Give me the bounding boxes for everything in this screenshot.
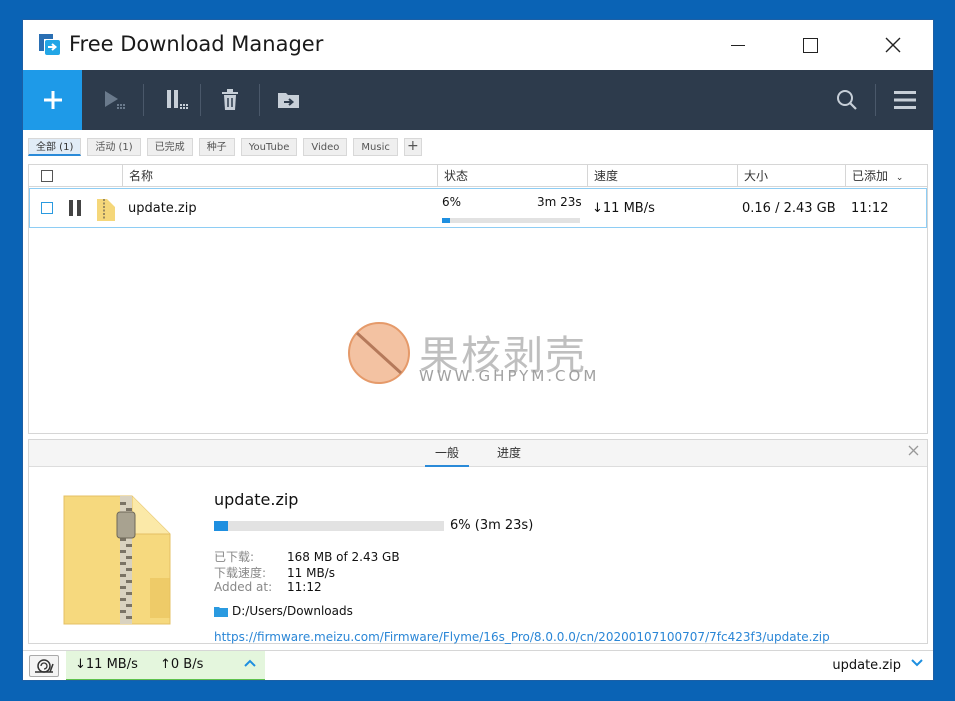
column-header-size[interactable]: 大小 xyxy=(737,165,845,187)
speed-mode-button[interactable] xyxy=(29,655,59,677)
status-expand-button[interactable] xyxy=(911,655,923,671)
chevron-down-icon xyxy=(911,659,923,667)
download-table: 名称 状态 速度 大小 已添加 ⌄ update.zip 6% 3m 23s ↓… xyxy=(28,164,928,434)
row-file-name: update.zip xyxy=(128,201,197,216)
sort-desc-icon: ⌄ xyxy=(895,173,904,183)
close-icon xyxy=(885,37,901,53)
menu-icon xyxy=(893,91,916,109)
folder-path: D:/Users/Downloads xyxy=(232,604,353,618)
added-label: Added at: xyxy=(214,580,273,594)
downloaded-label: 已下载: xyxy=(214,550,255,564)
toolbar-separator xyxy=(200,84,201,116)
move-button[interactable] xyxy=(261,70,316,130)
added-value: 11:12 xyxy=(287,580,322,594)
filter-tab-music[interactable]: Music xyxy=(353,138,398,156)
zip-file-icon xyxy=(97,199,115,221)
row-speed: ↓11 MB/s xyxy=(592,201,655,216)
snail-icon xyxy=(35,659,54,673)
source-url-link[interactable]: https://firmware.meizu.com/Firmware/Flym… xyxy=(214,630,830,644)
toolbar-separator xyxy=(259,84,260,116)
row-progress-bar xyxy=(442,218,580,223)
status-current-file: update.zip xyxy=(832,658,901,673)
watermark-text-url: WWW.GHPYM.COM xyxy=(419,367,600,385)
search-icon xyxy=(836,90,857,110)
row-percent: 6% xyxy=(442,195,462,209)
speed-value: 11 MB/s xyxy=(287,566,335,580)
row-progress-fill xyxy=(442,218,451,223)
table-header: 名称 状态 速度 大小 已添加 ⌄ xyxy=(29,165,927,187)
watermark-logo-icon xyxy=(348,322,410,384)
column-header-speed[interactable]: 速度 xyxy=(587,165,737,187)
speed-label: 下载速度: xyxy=(214,566,267,580)
pause-icon xyxy=(69,200,81,216)
details-progress-fill xyxy=(214,521,228,531)
resume-all-button[interactable] xyxy=(87,70,142,130)
table-row[interactable]: update.zip 6% 3m 23s ↓11 MB/s 0.16 / 2.4… xyxy=(29,188,927,228)
maximize-icon xyxy=(802,37,818,53)
tab-general[interactable]: 一般 xyxy=(425,440,470,467)
move-icon xyxy=(277,93,299,108)
minimize-icon xyxy=(731,44,745,46)
app-window: Free Download Manager 全部 (1) 活动 (1) 已完成 … xyxy=(22,19,934,681)
filter-tab-all[interactable]: 全部 (1) xyxy=(28,138,82,156)
filter-tab-active[interactable]: 活动 (1) xyxy=(87,138,141,156)
row-pause-button[interactable] xyxy=(68,200,82,216)
total-download-speed: ↓11 MB/s xyxy=(75,657,138,672)
details-file-name: update.zip xyxy=(214,490,299,509)
pause-all-button[interactable] xyxy=(149,70,204,130)
maximize-button[interactable] xyxy=(775,20,845,70)
search-button[interactable] xyxy=(819,70,874,130)
delete-icon xyxy=(221,89,238,110)
row-added: 11:12 xyxy=(851,201,889,216)
added-row: Added at: 11:12 xyxy=(214,580,322,594)
column-header-added-label: 已添加 xyxy=(852,169,889,183)
chevron-up-icon xyxy=(244,655,256,671)
details-close-button[interactable] xyxy=(908,444,919,460)
app-logo-icon xyxy=(39,34,60,55)
filter-tab-torrents[interactable]: 种子 xyxy=(198,138,235,156)
close-icon xyxy=(908,445,919,456)
add-icon xyxy=(43,91,62,109)
toolbar-separator xyxy=(875,84,876,116)
pause-all-icon xyxy=(166,90,188,109)
add-download-button[interactable] xyxy=(23,70,82,130)
folder-link[interactable]: D:/Users/Downloads xyxy=(214,604,353,618)
filter-tab-youtube[interactable]: YouTube xyxy=(240,138,298,156)
filter-tabs: 全部 (1) 活动 (1) 已完成 种子 YouTube Video Music… xyxy=(28,137,422,157)
select-all-checkbox[interactable] xyxy=(41,170,53,182)
total-upload-speed: ↑0 B/s xyxy=(160,657,204,672)
tab-progress[interactable]: 进度 xyxy=(487,440,531,467)
downloaded-value: 168 MB of 2.43 GB xyxy=(287,550,400,564)
minimize-button[interactable] xyxy=(703,20,773,70)
folder-icon xyxy=(214,606,228,617)
app-title: Free Download Manager xyxy=(69,32,324,56)
close-button[interactable] xyxy=(858,20,928,70)
title-bar: Free Download Manager xyxy=(23,20,933,70)
add-filter-button[interactable]: + xyxy=(403,138,422,156)
row-checkbox[interactable] xyxy=(41,202,53,214)
row-size: 0.16 / 2.43 GB xyxy=(742,201,836,216)
resume-all-icon xyxy=(104,91,125,109)
delete-button[interactable] xyxy=(202,70,257,130)
details-progress-bar xyxy=(214,521,444,531)
main-menu-button[interactable] xyxy=(877,70,932,130)
watermark: 果核剥壳 WWW.GHPYM.COM xyxy=(347,321,617,391)
column-header-name[interactable]: 名称 xyxy=(122,165,437,187)
speed-indicator[interactable]: ↓11 MB/s ↑0 B/s xyxy=(66,651,265,680)
zip-archive-icon xyxy=(63,495,171,625)
details-panel: 一般 进度 update.zip 6% (3m 23s) 已下载: 168 MB… xyxy=(28,439,928,644)
status-bar: ↓11 MB/s ↑0 B/s update.zip xyxy=(23,650,933,680)
toolbar xyxy=(23,70,933,130)
column-header-status[interactable]: 状态 xyxy=(437,165,587,187)
details-progress-text: 6% (3m 23s) xyxy=(450,518,534,533)
column-header-added[interactable]: 已添加 ⌄ xyxy=(845,165,927,187)
filter-tab-video[interactable]: Video xyxy=(303,138,348,156)
speed-row: 下载速度: 11 MB/s xyxy=(214,564,335,581)
toolbar-separator xyxy=(143,84,144,116)
filter-tab-completed[interactable]: 已完成 xyxy=(146,138,193,156)
downloaded-row: 已下载: 168 MB of 2.43 GB xyxy=(214,548,400,565)
row-eta: 3m 23s xyxy=(537,195,582,209)
details-tabs: 一般 进度 xyxy=(29,440,927,467)
